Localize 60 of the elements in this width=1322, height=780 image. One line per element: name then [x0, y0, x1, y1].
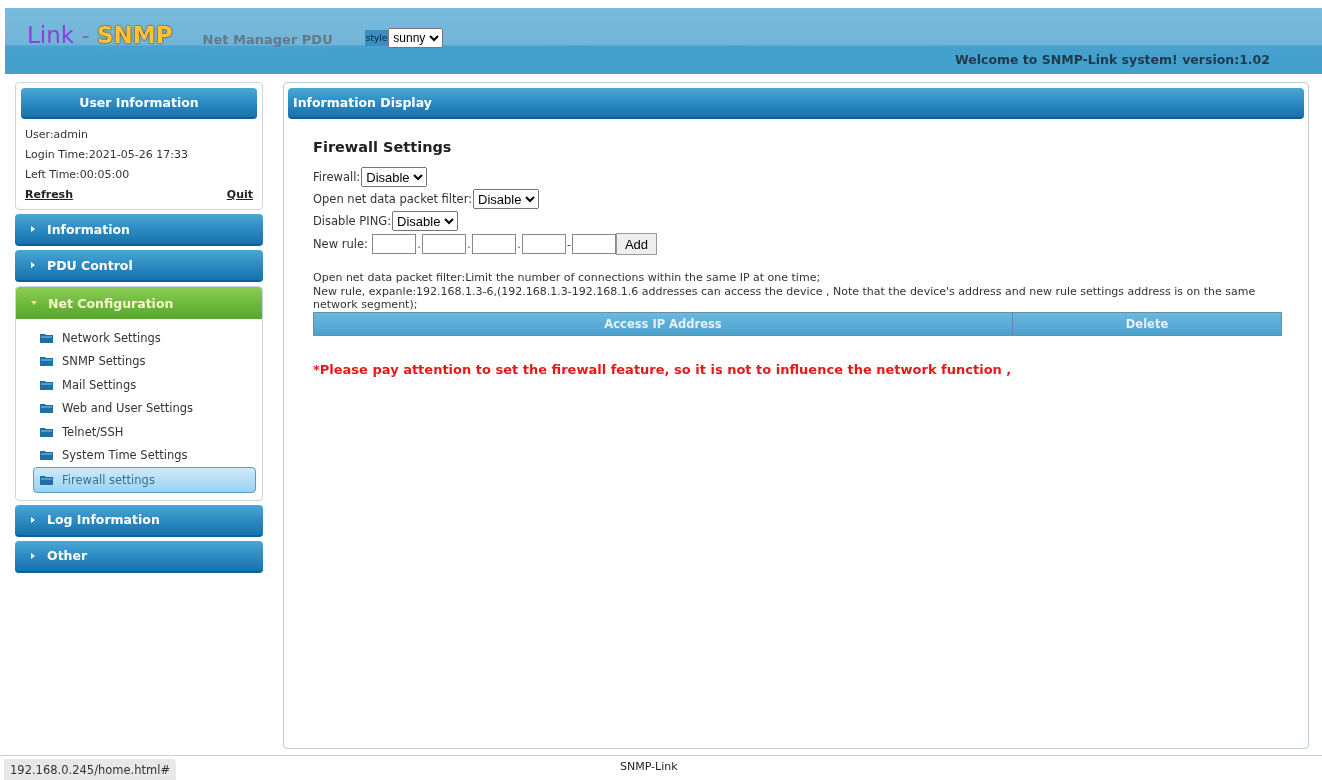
- submenu-item[interactable]: Web and User Settings: [36, 396, 256, 420]
- note-text: New rule, expanle:192.168.1.3-6,(192.168.1.3-192.168.1.6 addresses can access the device , Note that the device's address and new rule settings address is on the same network segment);: [313, 284, 1257, 312]
- folder-icon: [40, 403, 53, 414]
- folder-icon: [40, 474, 53, 485]
- separator-text: -: [565, 237, 572, 251]
- separator-text: .: [416, 237, 422, 251]
- note-text: Open net data packet filter:Limit the number of connections within the same IP at one time;: [313, 271, 822, 285]
- menu-header[interactable]: Other: [15, 540, 263, 573]
- submenu-item[interactable]: System Time Settings: [36, 443, 256, 467]
- user-info-text: User:admin: [25, 127, 90, 143]
- logo: Link - SNMP: [27, 22, 173, 48]
- submenu-item[interactable]: SNMP Settings: [36, 349, 256, 373]
- section-heading: Firewall Settings: [313, 139, 453, 155]
- menu-header[interactable]: Log Information: [15, 504, 263, 537]
- folder-icon: [40, 426, 53, 437]
- footer-text: SNMP-Link: [620, 760, 678, 773]
- welcome-text: Welcome to SNMP-Link system! version:1.02: [954, 52, 1270, 67]
- user-info-text: Left Time:00:05:00: [25, 167, 131, 183]
- quit-link[interactable]: Quit: [226, 185, 253, 205]
- folder-icon: [40, 332, 53, 343]
- style-select[interactable]: sunny: [388, 28, 444, 48]
- input-field[interactable]: [571, 234, 616, 254]
- panel-title: Information Display: [288, 88, 1304, 119]
- submenu-item[interactable]: Telnet/SSH: [36, 420, 256, 444]
- dropdown[interactable]: Disable: [361, 167, 428, 187]
- field-label: Firewall:: [313, 170, 361, 184]
- input-field[interactable]: [371, 234, 416, 254]
- product-name: Net Manager PDU: [202, 31, 333, 47]
- input-field[interactable]: [471, 234, 516, 254]
- submenu-item[interactable]: Firewall settings: [33, 467, 256, 493]
- folder-icon: [40, 379, 53, 390]
- warning-text: *Please pay attention to set the firewall feature, so it is not to influence the network function ,: [313, 361, 1013, 377]
- dropdown[interactable]: Disable: [392, 211, 459, 231]
- field-label: Open net data packet filter:: [313, 192, 473, 206]
- menu-header[interactable]: PDU Control: [15, 250, 263, 282]
- user-info-text: Login Time:2021-05-26 17:33: [25, 147, 189, 163]
- menu-header[interactable]: Information: [15, 214, 263, 246]
- caret-right-icon: [29, 515, 37, 524]
- status-url: 192.168.0.245/home.html#: [4, 759, 177, 780]
- submenu-item[interactable]: Network Settings: [36, 326, 256, 350]
- field-label: New rule:: [313, 237, 368, 251]
- submenu-item[interactable]: Mail Settings: [36, 373, 256, 397]
- panel-title: User Information: [21, 88, 257, 119]
- style-label: style: [364, 30, 389, 46]
- refresh-link[interactable]: Refresh: [25, 185, 73, 205]
- separator-text: .: [516, 237, 522, 251]
- field-label: Disable PING:: [313, 214, 392, 228]
- folder-icon: [40, 450, 53, 461]
- column-header: Delete: [1124, 315, 1170, 333]
- add-button[interactable]: Add: [615, 233, 658, 255]
- input-field[interactable]: [421, 234, 466, 254]
- dropdown[interactable]: Disable: [473, 189, 540, 209]
- caret-right-icon: [29, 551, 37, 560]
- folder-icon: [40, 356, 53, 367]
- column-header: Access IP Address: [314, 312, 1013, 335]
- separator-text: .: [466, 237, 472, 251]
- input-field[interactable]: [521, 234, 566, 254]
- caret-down-icon: [30, 299, 38, 307]
- caret-right-icon: [29, 261, 37, 269]
- caret-right-icon: [29, 225, 37, 233]
